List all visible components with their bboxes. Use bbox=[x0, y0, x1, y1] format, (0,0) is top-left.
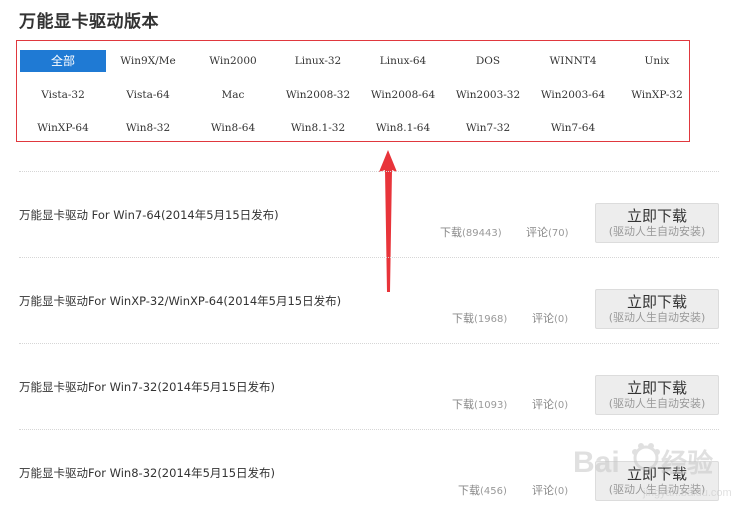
os-filter-panel: 全部 Win9X/Me Win2000 Linux-32 Linux-64 DO… bbox=[16, 40, 690, 142]
comment-label: 评论 bbox=[532, 398, 554, 411]
button-sublabel: (驱动人生自动安装) bbox=[608, 311, 706, 324]
os-filter-win9x-me[interactable]: Win9X/Me bbox=[105, 50, 191, 72]
download-stat: 下载(1093) bbox=[452, 396, 507, 412]
os-filter-win2008-64[interactable]: Win2008-64 bbox=[360, 84, 446, 106]
svg-text:Bai: Bai bbox=[573, 446, 620, 479]
comment-count: (0) bbox=[554, 400, 569, 411]
os-filter-mac[interactable]: Mac bbox=[190, 84, 276, 106]
download-now-button[interactable]: 立即下载 (驱动人生自动安装) bbox=[595, 289, 719, 329]
os-filter-winxp-64[interactable]: WinXP-64 bbox=[20, 117, 106, 139]
driver-title[interactable]: 万能显卡驱动For Win7-32(2014年5月15日发布) bbox=[19, 379, 275, 395]
comment-label: 评论 bbox=[526, 226, 548, 239]
os-filter-win8-1-64[interactable]: Win8.1-64 bbox=[360, 117, 446, 139]
svg-text:jingyan.baidu.com: jingyan.baidu.com bbox=[642, 487, 732, 499]
driver-title[interactable]: 万能显卡驱动For Win8-32(2014年5月15日发布) bbox=[19, 465, 275, 481]
comment-count: (70) bbox=[548, 228, 569, 239]
download-label: 下载 bbox=[440, 226, 462, 239]
driver-title[interactable]: 万能显卡驱动For WinXP-32/WinXP-64(2014年5月15日发布… bbox=[19, 293, 341, 309]
os-filter-dos[interactable]: DOS bbox=[445, 50, 531, 72]
download-now-button[interactable]: 立即下载 (驱动人生自动安装) bbox=[595, 375, 719, 415]
download-count: (89443) bbox=[462, 228, 502, 239]
download-label: 下载 bbox=[458, 484, 480, 497]
download-stat: 下载(89443) bbox=[440, 224, 502, 240]
divider bbox=[19, 343, 719, 344]
divider bbox=[19, 257, 719, 258]
baidu-jingyan-watermark: Bai 经验 jingyan.baidu.com bbox=[573, 443, 732, 499]
os-filter-linux-32[interactable]: Linux-32 bbox=[275, 50, 361, 72]
os-filter-win8-1-32[interactable]: Win8.1-32 bbox=[275, 117, 361, 139]
os-filter-win8-64[interactable]: Win8-64 bbox=[190, 117, 276, 139]
button-label: 立即下载 bbox=[626, 293, 687, 311]
comment-label: 评论 bbox=[532, 312, 554, 325]
comment-stat[interactable]: 评论(0) bbox=[532, 310, 568, 326]
comment-stat[interactable]: 评论(70) bbox=[526, 224, 569, 240]
driver-title[interactable]: 万能显卡驱动 For Win7-64(2014年5月15日发布) bbox=[19, 207, 279, 223]
download-label: 下载 bbox=[452, 398, 474, 411]
os-filter-winxp-32[interactable]: WinXP-32 bbox=[614, 84, 700, 106]
os-filter-win2003-32[interactable]: Win2003-32 bbox=[445, 84, 531, 106]
divider bbox=[19, 429, 719, 430]
os-filter-vista-64[interactable]: Vista-64 bbox=[105, 84, 191, 106]
os-filter-vista-32[interactable]: Vista-32 bbox=[20, 84, 106, 106]
download-now-button[interactable]: 立即下载 (驱动人生自动安装) bbox=[595, 203, 719, 243]
download-label: 下载 bbox=[452, 312, 474, 325]
download-count: (1093) bbox=[474, 400, 508, 411]
os-filter-win7-32[interactable]: Win7-32 bbox=[445, 117, 531, 139]
os-filter-win2008-32[interactable]: Win2008-32 bbox=[275, 84, 361, 106]
download-count: (456) bbox=[480, 486, 507, 497]
os-filter-win2003-64[interactable]: Win2003-64 bbox=[530, 84, 616, 106]
button-label: 立即下载 bbox=[626, 207, 687, 225]
download-stat: 下载(456) bbox=[458, 482, 507, 498]
os-filter-win2000[interactable]: Win2000 bbox=[190, 50, 276, 72]
button-sublabel: (驱动人生自动安装) bbox=[608, 397, 706, 410]
os-filter-win8-32[interactable]: Win8-32 bbox=[105, 117, 191, 139]
section-title: 万能显卡驱动版本 bbox=[19, 12, 159, 32]
download-stat: 下载(1968) bbox=[452, 310, 507, 326]
divider bbox=[19, 171, 719, 172]
button-sublabel: (驱动人生自动安装) bbox=[608, 225, 706, 238]
svg-text:经验: 经验 bbox=[661, 448, 713, 479]
os-filter-all[interactable]: 全部 bbox=[20, 50, 106, 72]
os-filter-winnt4[interactable]: WINNT4 bbox=[530, 50, 616, 72]
os-filter-win7-64[interactable]: Win7-64 bbox=[530, 117, 616, 139]
os-filter-unix[interactable]: Unix bbox=[614, 50, 700, 72]
comment-count: (0) bbox=[554, 314, 569, 325]
comment-stat[interactable]: 评论(0) bbox=[532, 396, 568, 412]
button-label: 立即下载 bbox=[626, 379, 687, 397]
os-filter-linux-64[interactable]: Linux-64 bbox=[360, 50, 446, 72]
download-count: (1968) bbox=[474, 314, 508, 325]
